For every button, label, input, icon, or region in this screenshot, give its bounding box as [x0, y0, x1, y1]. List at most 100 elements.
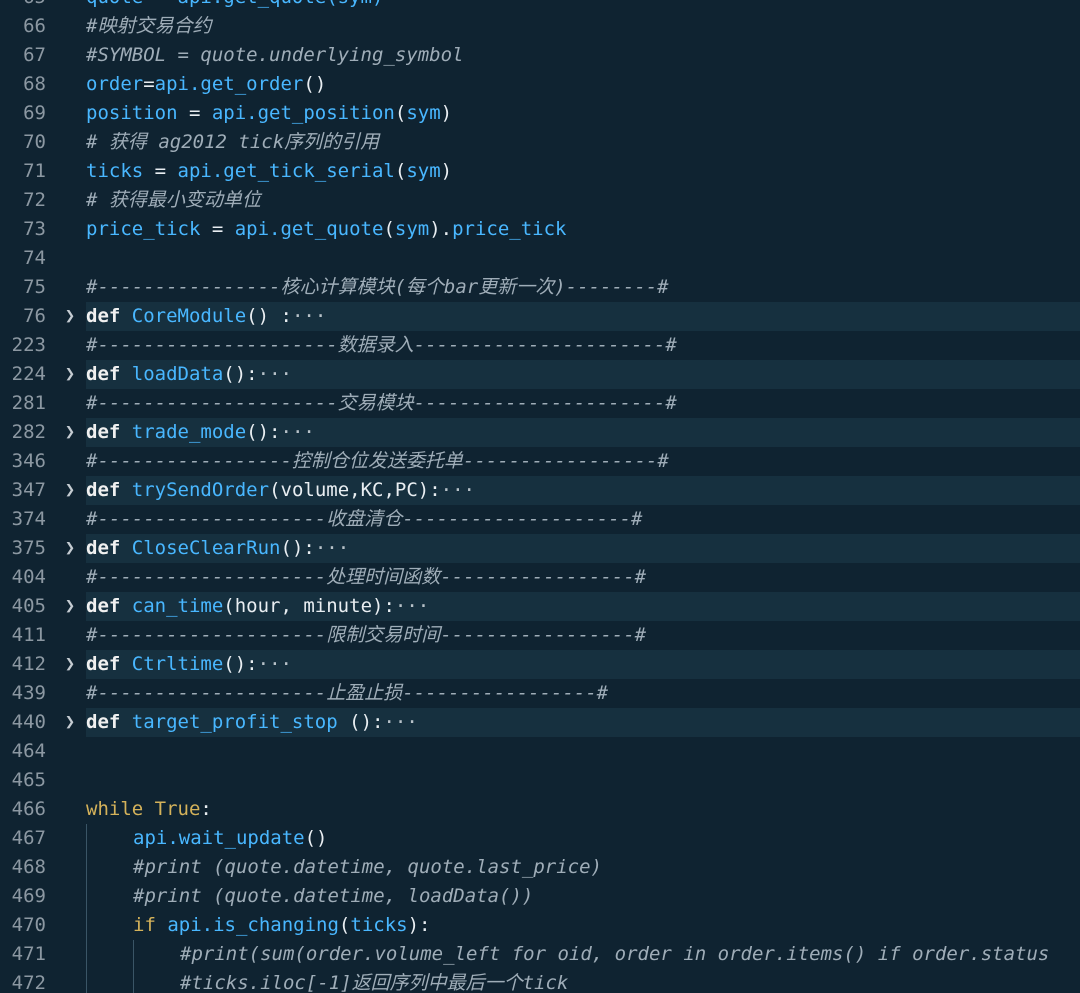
punctuation: : [200, 798, 212, 820]
code-line[interactable]: 70 # 获得 ag2012 tick序列的引用 [0, 128, 1080, 157]
punctuation: ): [407, 914, 431, 936]
code-line[interactable]: 464 [0, 737, 1080, 766]
code-line[interactable]: 66 #映射交易合约 [0, 12, 1080, 41]
chevron-right-icon[interactable]: ❯ [60, 360, 80, 389]
punctuation: ( [394, 160, 407, 182]
keyword: def [86, 537, 121, 559]
folded-ellipsis[interactable]: ··· [395, 595, 429, 617]
code-line[interactable]: 467 api.wait_update() [0, 824, 1080, 853]
line-number: 470 [11, 914, 46, 936]
keyword: if [133, 914, 156, 936]
line-text: order=api.get_order() [86, 70, 1080, 99]
line-number: 75 [23, 276, 46, 298]
code-line-folded[interactable]: 440 ❯ def target_profit_stop ():··· [0, 708, 1080, 737]
keyword: def [86, 421, 121, 443]
line-number: 405 [11, 595, 46, 617]
code-line-folded[interactable]: 224 ❯ def loadData():··· [0, 360, 1080, 389]
code-line[interactable]: 75 #----------------核心计算模块(每个bar更新一次)---… [0, 273, 1080, 302]
code-line[interactable]: 346 #-----------------控制仓位发送委托单---------… [0, 447, 1080, 476]
function-name: loadData [131, 363, 224, 385]
chevron-right-icon[interactable]: ❯ [60, 476, 80, 505]
chevron-right-icon[interactable]: ❯ [60, 708, 80, 737]
line-text: def target_profit_stop ():··· [86, 708, 1080, 737]
code-line-folded[interactable]: 76 ❯ def CoreModule() :··· [0, 302, 1080, 331]
line-number: 67 [23, 44, 46, 66]
code-editor[interactable]: 65 quote = api.get_quote(sym) 66 #映射交易合约… [0, 0, 1080, 993]
code-line[interactable]: 72 # 获得最小变动单位 [0, 186, 1080, 215]
folded-ellipsis[interactable]: ··· [315, 537, 349, 559]
signature: (): [223, 363, 258, 385]
line-number: 72 [23, 189, 46, 211]
folded-ellipsis[interactable]: ··· [383, 711, 417, 733]
code-line[interactable]: 67 #SYMBOL = quote.underlying_symbol [0, 41, 1080, 70]
code-line[interactable]: 404 #--------------------处理时间函数---------… [0, 563, 1080, 592]
line-number: 465 [11, 769, 46, 791]
code-line[interactable]: 74 [0, 244, 1080, 273]
code-line[interactable]: 69 position = api.get_position(sym) [0, 99, 1080, 128]
function-call: api.is_changing [155, 914, 339, 936]
function-name: target_profit_stop [131, 711, 338, 733]
punctuation: ( [338, 914, 351, 936]
code-line[interactable]: 281 #---------------------交易模块----------… [0, 389, 1080, 418]
code-line[interactable]: 73 price_tick = api.get_quote(sym).price… [0, 215, 1080, 244]
variable: order [86, 73, 144, 95]
function-name: can_time [131, 595, 224, 617]
folded-ellipsis[interactable]: ··· [292, 305, 326, 327]
comment: #----------------核心计算模块(每个bar更新一次)------… [86, 276, 669, 298]
line-number: 374 [11, 508, 46, 530]
code-line[interactable]: 468 #print (quote.datetime, quote.last_p… [0, 853, 1080, 882]
operator: = [143, 160, 178, 182]
line-text: def trade_mode():··· [86, 418, 1080, 447]
code-line[interactable]: 374 #--------------------收盘清仓-----------… [0, 505, 1080, 534]
code-line[interactable]: 223 #---------------------数据录入----------… [0, 331, 1080, 360]
code-line[interactable]: 439 #--------------------止盈止损-----------… [0, 679, 1080, 708]
code-line-folded[interactable]: 282 ❯ def trade_mode():··· [0, 418, 1080, 447]
line-number: 66 [23, 15, 46, 37]
operator: = [143, 73, 155, 95]
line-text: ticks = api.get_tick_serial(sym) [86, 157, 1080, 186]
line-text: if api.is_changing(ticks): [133, 911, 1080, 940]
keyword: def [86, 711, 121, 733]
comment: #---------------------交易模块--------------… [86, 392, 677, 414]
line-number: 469 [11, 885, 46, 907]
keyword: def [86, 653, 121, 675]
folded-ellipsis[interactable]: ··· [258, 653, 292, 675]
chevron-right-icon[interactable]: ❯ [60, 534, 80, 563]
comment: #-----------------控制仓位发送委托单-------------… [86, 450, 669, 472]
chevron-right-icon[interactable]: ❯ [60, 302, 80, 331]
code-line[interactable]: 65 quote = api.get_quote(sym) [0, 0, 1080, 12]
line-number: 346 [11, 450, 46, 472]
code-line[interactable]: 465 [0, 766, 1080, 795]
code-line[interactable]: 471 #print(sum(order.volume_left for oid… [0, 940, 1080, 969]
line-number: 468 [11, 856, 46, 878]
code-line-folded[interactable]: 375 ❯ def CloseClearRun():··· [0, 534, 1080, 563]
code-line[interactable]: 469 #print (quote.datetime, loadData()) [0, 882, 1080, 911]
line-number: 412 [11, 653, 46, 675]
line-text: def Ctrltime():··· [86, 650, 1080, 679]
line-text: position = api.get_position(sym) [86, 99, 1080, 128]
indent-guide [133, 969, 134, 993]
code-line[interactable]: 466 while True: [0, 795, 1080, 824]
function-call: api.get_tick_serial [177, 160, 395, 182]
code-line[interactable]: 68 order=api.get_order() [0, 70, 1080, 99]
function-call: api.get_order [154, 73, 304, 95]
punctuation: ( [394, 102, 407, 124]
code-line[interactable]: 71 ticks = api.get_tick_serial(sym) [0, 157, 1080, 186]
chevron-right-icon[interactable]: ❯ [60, 650, 80, 679]
comment: #print (quote.datetime, quote.last_price… [133, 856, 602, 878]
code-line[interactable]: 470 if api.is_changing(ticks): [0, 911, 1080, 940]
comment: #print (quote.datetime, loadData()) [133, 885, 534, 907]
folded-ellipsis[interactable]: ··· [258, 363, 292, 385]
code-line-folded[interactable]: 405 ❯ def can_time(hour, minute):··· [0, 592, 1080, 621]
indent-guide [133, 940, 134, 969]
folded-ellipsis[interactable]: ··· [281, 421, 315, 443]
code-line[interactable]: 472 #ticks.iloc[-1]返回序列中最后一个tick [0, 969, 1080, 993]
folded-ellipsis[interactable]: ··· [441, 479, 475, 501]
chevron-right-icon[interactable]: ❯ [60, 418, 80, 447]
code-line-folded[interactable]: 412 ❯ def Ctrltime():··· [0, 650, 1080, 679]
argument: ticks [350, 914, 408, 936]
code-line-folded[interactable]: 347 ❯ def trySendOrder(volume,KC,PC):··· [0, 476, 1080, 505]
comment: #ticks.iloc[-1]返回序列中最后一个tick [180, 972, 569, 993]
chevron-right-icon[interactable]: ❯ [60, 592, 80, 621]
code-line[interactable]: 411 #--------------------限制交易时间---------… [0, 621, 1080, 650]
